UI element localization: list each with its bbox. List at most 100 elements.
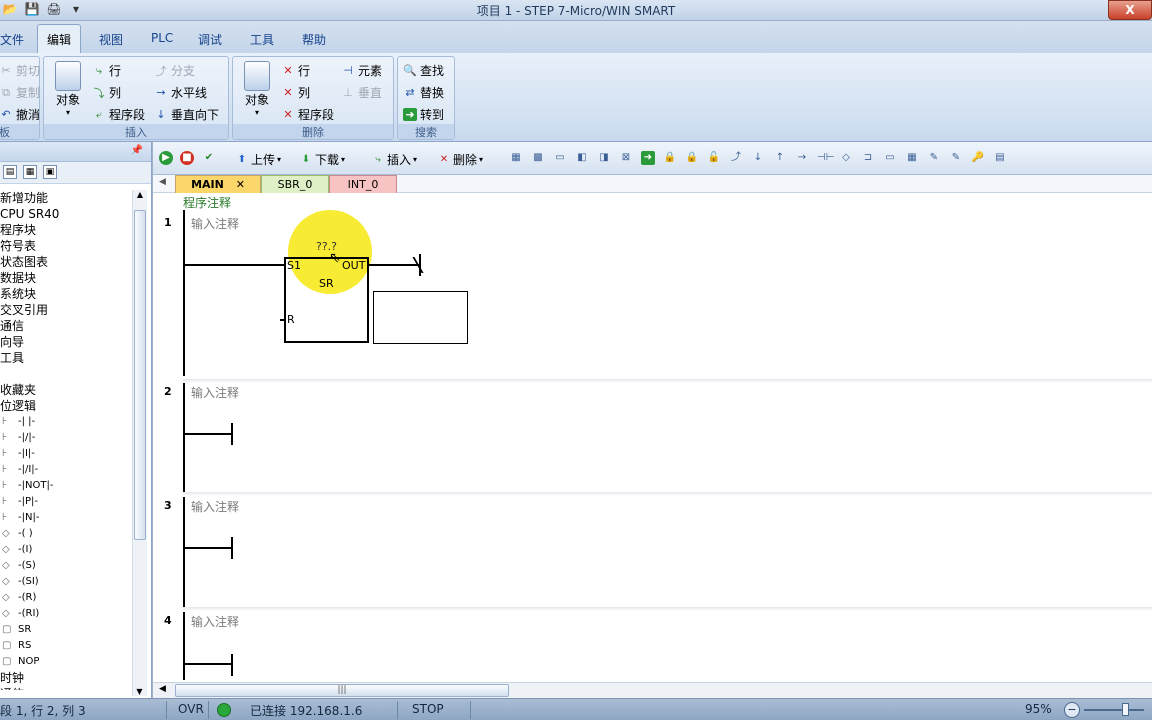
- tree-sub-item[interactable]: ▢ SR: [0, 622, 132, 638]
- bookmark-icon[interactable]: ▭: [553, 151, 567, 165]
- compile-button[interactable]: ✔: [202, 151, 216, 165]
- program-comment[interactable]: 程序注释: [183, 194, 231, 210]
- lock-icon[interactable]: 🔒: [685, 151, 699, 165]
- scroll-left-icon[interactable]: ◀: [159, 684, 166, 694]
- empty-box[interactable]: [373, 291, 468, 344]
- copy-button[interactable]: ⧉ 复制: [0, 84, 40, 101]
- insert-segment-button[interactable]: ⤶ 程序段: [92, 106, 145, 123]
- tree-sub-item[interactable]: ◇ -(S): [0, 558, 132, 574]
- delete-object-button[interactable]: 对象 ▾: [239, 61, 275, 117]
- upload-button[interactable]: ⬆ 上传 ▾: [235, 151, 281, 168]
- table-icon[interactable]: ▦: [905, 151, 919, 165]
- tree-sub-item[interactable]: ◇ -(R): [0, 590, 132, 606]
- tab-help[interactable]: 帮助: [302, 31, 326, 48]
- tree-sub-item[interactable]: ▢ NOP: [0, 654, 132, 670]
- zoom-out-button[interactable]: −: [1064, 702, 1080, 718]
- coil-icon[interactable]: ◇: [839, 151, 853, 165]
- insert-branch-button[interactable]: ⤴ 分支: [154, 62, 196, 79]
- tab-debug[interactable]: 调试: [198, 31, 222, 48]
- tree-item[interactable]: CPU SR40: [0, 206, 132, 222]
- tree-item[interactable]: 数据块: [0, 270, 132, 286]
- network-comment[interactable]: 输入注释: [191, 498, 239, 515]
- tree-sub-item[interactable]: ◇ -( ): [0, 526, 132, 542]
- editor-scroll-thumb[interactable]: |||: [175, 684, 509, 697]
- tab-view[interactable]: 视图: [99, 31, 123, 48]
- scroll-up-icon[interactable]: ▲: [133, 190, 147, 199]
- edit-icon[interactable]: ✎: [949, 151, 963, 165]
- key-icon[interactable]: 🔑: [971, 151, 985, 165]
- tree-item[interactable]: 系统块: [0, 286, 132, 302]
- network-1[interactable]: 1 输入注释 ??.? S1 OUT SR R ⇖: [153, 210, 1152, 378]
- horizontal-line-button[interactable]: → 水平线: [154, 84, 207, 101]
- tree-view-icon[interactable]: ▤: [3, 165, 17, 179]
- delete-dropdown[interactable]: ✕ 删除 ▾: [437, 151, 483, 168]
- replace-button[interactable]: ⇄ 替换: [403, 84, 444, 101]
- lock-icon[interactable]: 🔒: [663, 151, 677, 165]
- pin-icon[interactable]: 📌: [131, 145, 143, 156]
- tree-item[interactable]: 状态图表: [0, 254, 132, 270]
- tree-item[interactable]: 工具: [0, 350, 132, 366]
- tree-sub-item[interactable]: ⊦ -|/I|-: [0, 462, 132, 478]
- tree-sub-item[interactable]: ⊦ -|NOT|-: [0, 478, 132, 494]
- tree-sub-item[interactable]: ▢ RS: [0, 638, 132, 654]
- bookmark-prev-icon[interactable]: ◧: [575, 151, 589, 165]
- network-comment[interactable]: 输入注释: [191, 613, 239, 630]
- tree-sub-item[interactable]: ⊦ -|I|-: [0, 446, 132, 462]
- tree-item[interactable]: 通信: [0, 686, 132, 690]
- arrow-up-icon[interactable]: ↑: [773, 151, 787, 165]
- tree-scroll-thumb[interactable]: [134, 210, 146, 540]
- tree-item[interactable]: 位逻辑: [0, 398, 132, 414]
- network-comment[interactable]: 输入注释: [191, 215, 239, 232]
- bookmark-clear-icon[interactable]: ⊠: [619, 151, 633, 165]
- tree-sub-item[interactable]: ⊦ -|/|-: [0, 430, 132, 446]
- tab-int0[interactable]: INT_0: [329, 175, 397, 193]
- delete-row-button[interactable]: ✕ 行: [281, 62, 310, 79]
- tab-plc[interactable]: PLC: [151, 31, 173, 45]
- bookmark-next-icon[interactable]: ◨: [597, 151, 611, 165]
- tree-item[interactable]: 时钟: [0, 670, 132, 686]
- vertical-down-button[interactable]: ↓ 垂直向下: [154, 106, 219, 123]
- tree-item[interactable]: 收藏夹: [0, 382, 132, 398]
- tab-edit[interactable]: 编辑: [37, 24, 82, 53]
- tree-item[interactable]: 程序块: [0, 222, 132, 238]
- unlock-icon[interactable]: 🔓: [707, 151, 721, 165]
- tree-display-icon[interactable]: ▣: [43, 165, 57, 179]
- cut-button[interactable]: ✂ 剪切: [0, 62, 40, 79]
- zoom-slider-thumb[interactable]: [1122, 703, 1129, 716]
- branch-icon[interactable]: ⤴: [729, 151, 743, 165]
- tab-sbr0[interactable]: SBR_0: [261, 175, 329, 193]
- tab-file[interactable]: 文件: [0, 31, 24, 48]
- tree-item[interactable]: 交叉引用: [0, 302, 132, 318]
- chevron-left-icon[interactable]: ◀: [159, 177, 166, 187]
- find-button[interactable]: 🔍 查找: [403, 62, 444, 79]
- element-icon[interactable]: ▭: [883, 151, 897, 165]
- insert-object-button[interactable]: 对象 ▾: [50, 61, 86, 117]
- properties-icon[interactable]: ▤: [993, 151, 1007, 165]
- insert-dropdown[interactable]: ⤷ 插入 ▾: [371, 151, 417, 168]
- close-button[interactable]: X: [1108, 0, 1152, 20]
- goto-button[interactable]: ➜ 转到: [403, 106, 444, 123]
- network-2[interactable]: 2 输入注释: [153, 383, 1152, 495]
- tree-item[interactable]: 通信: [0, 318, 132, 334]
- tree-item[interactable]: 向导: [0, 334, 132, 350]
- tree-sub-item[interactable]: ◇ -(I): [0, 542, 132, 558]
- delete-element-button[interactable]: ⊣ 元素: [341, 62, 382, 79]
- edit-icon[interactable]: ✎: [927, 151, 941, 165]
- close-tab-icon[interactable]: ✕: [236, 178, 245, 191]
- delete-column-button[interactable]: ✕ 列: [281, 84, 310, 101]
- tree-item[interactable]: 新增功能: [0, 190, 132, 206]
- tree-vertical-scrollbar[interactable]: ▲ ▼: [132, 190, 147, 696]
- tab-main[interactable]: MAIN ✕: [175, 175, 261, 193]
- undo-button[interactable]: ↶ 撤消: [0, 106, 40, 123]
- editor-horizontal-scrollbar[interactable]: ◀ |||: [153, 682, 1152, 698]
- tree-sub-item[interactable]: ⊦ -| |-: [0, 414, 132, 430]
- insert-row-button[interactable]: ⤷ 行: [92, 62, 121, 79]
- network-4[interactable]: 4 输入注释: [153, 612, 1152, 680]
- tree-item[interactable]: 符号表: [0, 238, 132, 254]
- download-button[interactable]: ⬇ 下载 ▾: [299, 151, 345, 168]
- delete-segment-button[interactable]: ✕ 程序段: [281, 106, 334, 123]
- tree-list-icon[interactable]: ▦: [23, 165, 37, 179]
- tree-sub-item[interactable]: ⊦ -|P|-: [0, 494, 132, 510]
- tree-sub-item[interactable]: ◇ -(SI): [0, 574, 132, 590]
- goto-icon[interactable]: ➜: [641, 151, 655, 165]
